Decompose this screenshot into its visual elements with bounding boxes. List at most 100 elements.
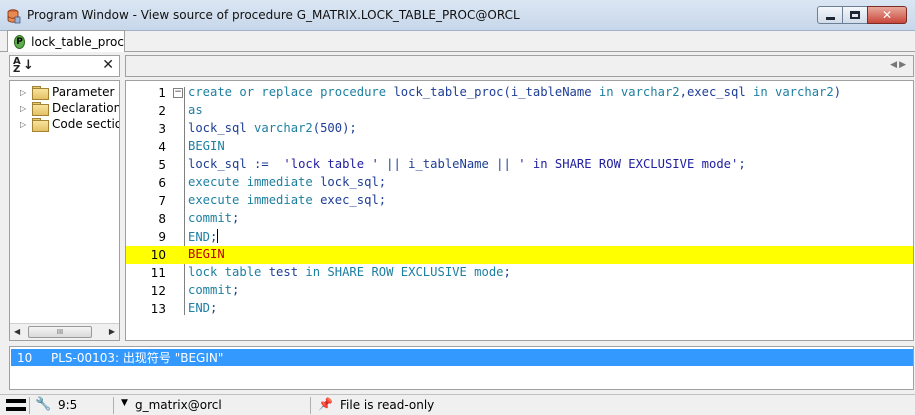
status-separator [29,397,30,414]
line-number: 4 [158,140,166,154]
wrench-icon[interactable]: 🔧 [35,397,51,412]
code-text: commit; [188,283,239,297]
close-tree-icon[interactable]: ✕ [102,57,114,73]
connection-selector[interactable]: g_matrix@orcl [135,398,222,412]
message-row[interactable]: 10 PLS-00103: 出现符号 "BEGIN" [11,349,913,366]
message-text: PLS-00103: 出现符号 "BEGIN" [51,351,224,365]
window-title: Program Window - View source of procedur… [27,8,520,22]
code-line[interactable]: 12 commit; [126,282,913,300]
readonly-status: File is read-only [340,398,435,412]
expand-icon[interactable]: ▷ [20,104,30,113]
tree-item-parameter-list[interactable]: ▷ Parameter list [10,84,119,100]
code-token: create or replace procedure [188,85,394,99]
editor-toolbar: ◀▶ [125,55,914,77]
line-number: 1 [158,86,166,100]
line-number: 6 [158,176,166,190]
tree-horizontal-scrollbar[interactable]: ◀ III ▶ [10,323,119,340]
code-token: 'lock table ' [283,157,379,171]
code-token: BEGIN [188,247,225,261]
code-token: in varchar2 [598,85,680,99]
sort-alpha-icon[interactable]: A Z ↓ [13,57,34,75]
tree-item-label: Declaration [52,101,120,115]
code-token: ; [232,211,240,225]
code-line[interactable]: 1 create or replace procedure lock_table_… [126,84,913,102]
code-line[interactable]: 13 END; [126,300,913,318]
expand-icon[interactable]: ▷ [20,120,30,129]
code-token: ,exec_sql [679,85,753,99]
expand-icon[interactable]: ▷ [20,88,30,97]
code-token: BEGIN [188,139,225,153]
code-line[interactable]: 10 BEGIN [126,246,913,264]
code-text: BEGIN [188,139,225,153]
text-caret [217,229,219,243]
code-line[interactable]: 6 execute immediate lock_sql; [126,174,913,192]
code-text: execute immediate lock_sql; [188,175,386,189]
code-token: exec_sql; [320,193,387,207]
outline-tree: ▷ Parameter list ▷ Declaration ▷ Code se… [9,80,120,341]
code-editor[interactable]: 1 create or replace procedure lock_table_… [125,80,914,341]
line-number: 12 [150,284,166,298]
status-separator [113,397,114,414]
code-token: lock_sql; [320,175,387,189]
code-text: as [188,103,203,117]
code-token: lock_table_proc(i_tableName [393,85,599,99]
line-number: 5 [158,158,166,172]
minimize-icon [825,16,835,20]
scroll-right-icon[interactable]: ▶ [109,327,115,336]
tree-item-declaration[interactable]: ▷ Declaration [10,100,120,116]
tree-item-code-sections[interactable]: ▷ Code sections [10,116,119,132]
code-line[interactable]: 3 lock_sql varchar2(500); [126,120,913,138]
maximize-button[interactable] [842,6,868,24]
line-number: 2 [158,104,166,118]
code-text: lock table test in SHARE ROW EXCLUSIVE m… [188,265,511,279]
code-line[interactable]: 11 lock table test in SHARE ROW EXCLUSIVE… [126,264,913,282]
minimize-button[interactable] [817,6,843,24]
tab-lock-table-proc[interactable]: P lock_table_proc [7,30,125,52]
fold-collapse-icon[interactable]: − [173,88,183,98]
scrollbar-thumb[interactable]: III [28,326,92,338]
database-icon [7,9,21,24]
chevron-down-icon[interactable]: ▼ [121,398,128,408]
code-text: END; [188,229,219,244]
code-line[interactable]: 8 commit; [126,210,913,228]
code-token: END [188,301,211,315]
code-line[interactable]: 5 lock_sql := 'lock table ' || i_tableNam… [126,156,913,174]
line-number: 10 [150,248,166,262]
code-token: lock table [188,265,269,279]
cursor-position: 9:5 [58,398,78,412]
code-line[interactable]: 4 BEGIN [126,138,913,156]
toolbar-scroll-arrows-icon[interactable]: ◀▶ [890,60,908,70]
code-line[interactable]: 2 as [126,102,913,120]
procedure-icon: P [14,34,26,49]
line-number: 11 [150,266,166,280]
close-button[interactable]: ✕ [867,6,907,24]
window-controls: ✕ [817,6,907,24]
code-text: lock_sql := 'lock table ' || i_tableName… [188,157,746,171]
code-text: execute immediate exec_sql; [188,193,386,207]
status-separator [310,397,311,414]
code-token: ; [232,283,240,297]
layout-lines-icon[interactable] [6,398,26,412]
close-icon: ✕ [881,8,893,22]
folder-icon [32,86,49,100]
code-token: ; [738,157,746,171]
code-line[interactable]: 9 END; [126,228,913,246]
tab-label: lock_table_proc [31,34,124,49]
code-token: commit [188,211,233,225]
tree-toolbar: A Z ↓ ✕ [9,55,120,77]
scroll-left-icon[interactable]: ◀ [14,327,20,336]
tree-item-label: Parameter list [52,85,119,99]
folder-icon [32,118,49,132]
code-token: ) [833,85,842,99]
code-token: lock_sql := [188,157,284,171]
line-number: 13 [150,302,166,316]
code-token: lock_sql [188,121,255,135]
line-number: 7 [158,194,166,208]
code-line[interactable]: 7 execute immediate exec_sql; [126,192,913,210]
code-token: as [188,103,203,117]
code-text: create or replace procedure lock_table_p… [188,85,841,99]
code-token: execute immediate [188,193,321,207]
code-text: commit; [188,211,239,225]
code-token: test [268,265,306,279]
code-text: BEGIN [188,247,225,261]
